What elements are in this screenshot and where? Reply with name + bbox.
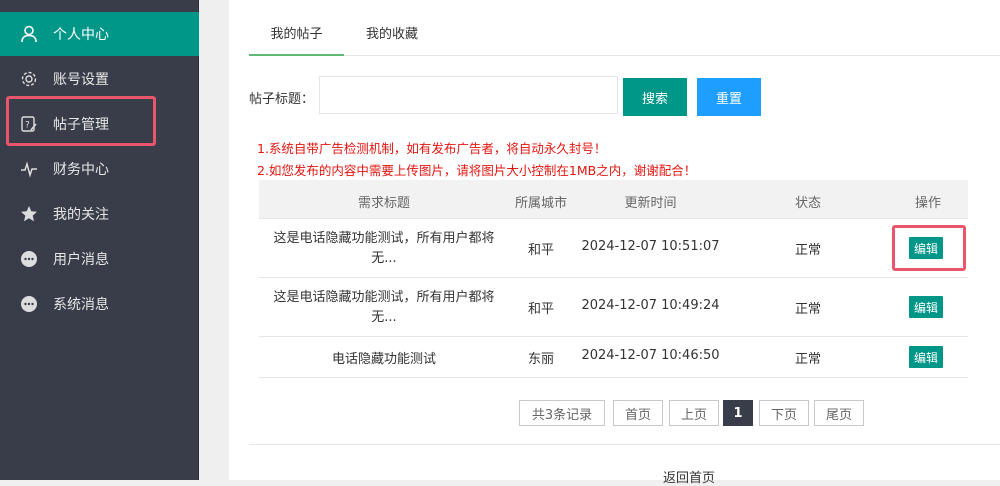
sidebar-item-label: 我的关注	[53, 207, 109, 223]
pager-first-button[interactable]: 首页	[613, 400, 663, 426]
sidebar-item-label: 账号设置	[53, 72, 109, 88]
row-time: 2024-12-07 10:51:07	[581, 239, 720, 254]
sidebar: 个人中心 账号设置 ? 帖子管理 财务中心 我的关注 用户消息 系统消息	[0, 0, 199, 480]
main-panel: 我的帖子 我的收藏 帖子标题： 搜索 重置 1.系统自带广告检测机制，如有发布广…	[229, 0, 1000, 486]
sidebar-item-user-messages[interactable]: 用户消息	[0, 237, 199, 281]
pager-current-page[interactable]: 1	[723, 400, 753, 426]
column-header: 更新时间	[624, 196, 677, 211]
sidebar-item-personal-center[interactable]: 个人中心	[0, 12, 199, 56]
row-city: 东丽	[527, 352, 554, 367]
search-button[interactable]: 搜索	[623, 78, 687, 116]
sidebar-item-post-management[interactable]: ? 帖子管理	[0, 102, 199, 146]
row-time: 2024-12-07 10:46:50	[581, 348, 720, 363]
row-title[interactable]: 电话隐藏功能测试	[259, 348, 509, 367]
back-home-link[interactable]: 返回首页	[663, 467, 715, 486]
tab-my-posts[interactable]: 我的帖子	[249, 16, 344, 56]
pager-total: 共3条记录	[519, 400, 605, 426]
sidebar-item-system-messages[interactable]: 系统消息	[0, 282, 199, 326]
row-city: 和平	[527, 302, 554, 317]
table-header: 需求标题 所属城市 更新时间 状态 操作	[259, 180, 968, 219]
table-row: 这是电话隐藏功能测试，所有用户都将 无... 和平 2024-12-07 10:…	[259, 219, 968, 278]
post-title-search-input[interactable]	[319, 76, 618, 114]
column-header: 需求标题	[357, 196, 410, 211]
table-row: 这是电话隐藏功能测试，所有用户都将 无... 和平 2024-12-07 10:…	[259, 278, 968, 337]
sidebar-item-label: 系统消息	[53, 297, 109, 313]
svg-text:?: ?	[25, 121, 30, 131]
row-city: 和平	[527, 243, 554, 258]
row-time: 2024-12-07 10:49:24	[581, 298, 720, 313]
tab-my-favorites[interactable]: 我的收藏	[352, 16, 432, 56]
search-label: 帖子标题：	[249, 92, 315, 107]
post-edit-icon: ?	[19, 114, 39, 134]
edit-button[interactable]: 编辑	[909, 237, 943, 259]
chat-icon	[19, 294, 39, 314]
sidebar-item-my-follows[interactable]: 我的关注	[0, 192, 199, 236]
user-icon	[19, 24, 39, 44]
row-title[interactable]: 这是电话隐藏功能测试，所有用户都将 无...	[259, 288, 509, 328]
sidebar-item-label: 财务中心	[53, 162, 109, 178]
tab-bar: 我的帖子 我的收藏	[249, 16, 1000, 56]
sidebar-item-account-settings[interactable]: 账号设置	[0, 57, 199, 101]
sidebar-item-label: 用户消息	[53, 252, 109, 268]
sidebar-item-label: 帖子管理	[53, 117, 109, 133]
pager-last-button[interactable]: 尾页	[814, 400, 864, 426]
column-header: 状态	[794, 196, 821, 211]
sidebar-item-label: 个人中心	[53, 27, 109, 43]
content-gutter	[199, 0, 229, 480]
sidebar-item-finance-center[interactable]: 财务中心	[0, 147, 199, 191]
pager-prev-button[interactable]: 上页	[669, 400, 719, 426]
column-header: 操作	[914, 196, 941, 211]
reset-button[interactable]: 重置	[697, 78, 761, 116]
edit-button[interactable]: 编辑	[909, 296, 943, 318]
edit-button[interactable]: 编辑	[909, 346, 943, 368]
star-icon	[19, 204, 39, 224]
gear-icon	[19, 69, 39, 89]
row-title[interactable]: 这是电话隐藏功能测试，所有用户都将 无...	[259, 229, 509, 269]
table-row: 电话隐藏功能测试 东丽 2024-12-07 10:46:50 正常 编辑	[259, 337, 968, 378]
status-badge: 正常	[794, 302, 821, 317]
notice-line: 1.系统自带广告检测机制，如有发布广告者，将自动永久封号！	[257, 141, 607, 156]
footer-divider	[249, 444, 1000, 445]
pager-next-button[interactable]: 下页	[759, 400, 809, 426]
column-header: 所属城市	[514, 196, 567, 211]
chat-icon	[19, 249, 39, 269]
pulse-icon	[19, 159, 39, 179]
status-badge: 正常	[794, 352, 821, 367]
status-badge: 正常	[794, 243, 821, 258]
notice-line: 2.如您发布的内容中需要上传图片，请将图片大小控制在1MB之内，谢谢配合！	[257, 163, 697, 178]
